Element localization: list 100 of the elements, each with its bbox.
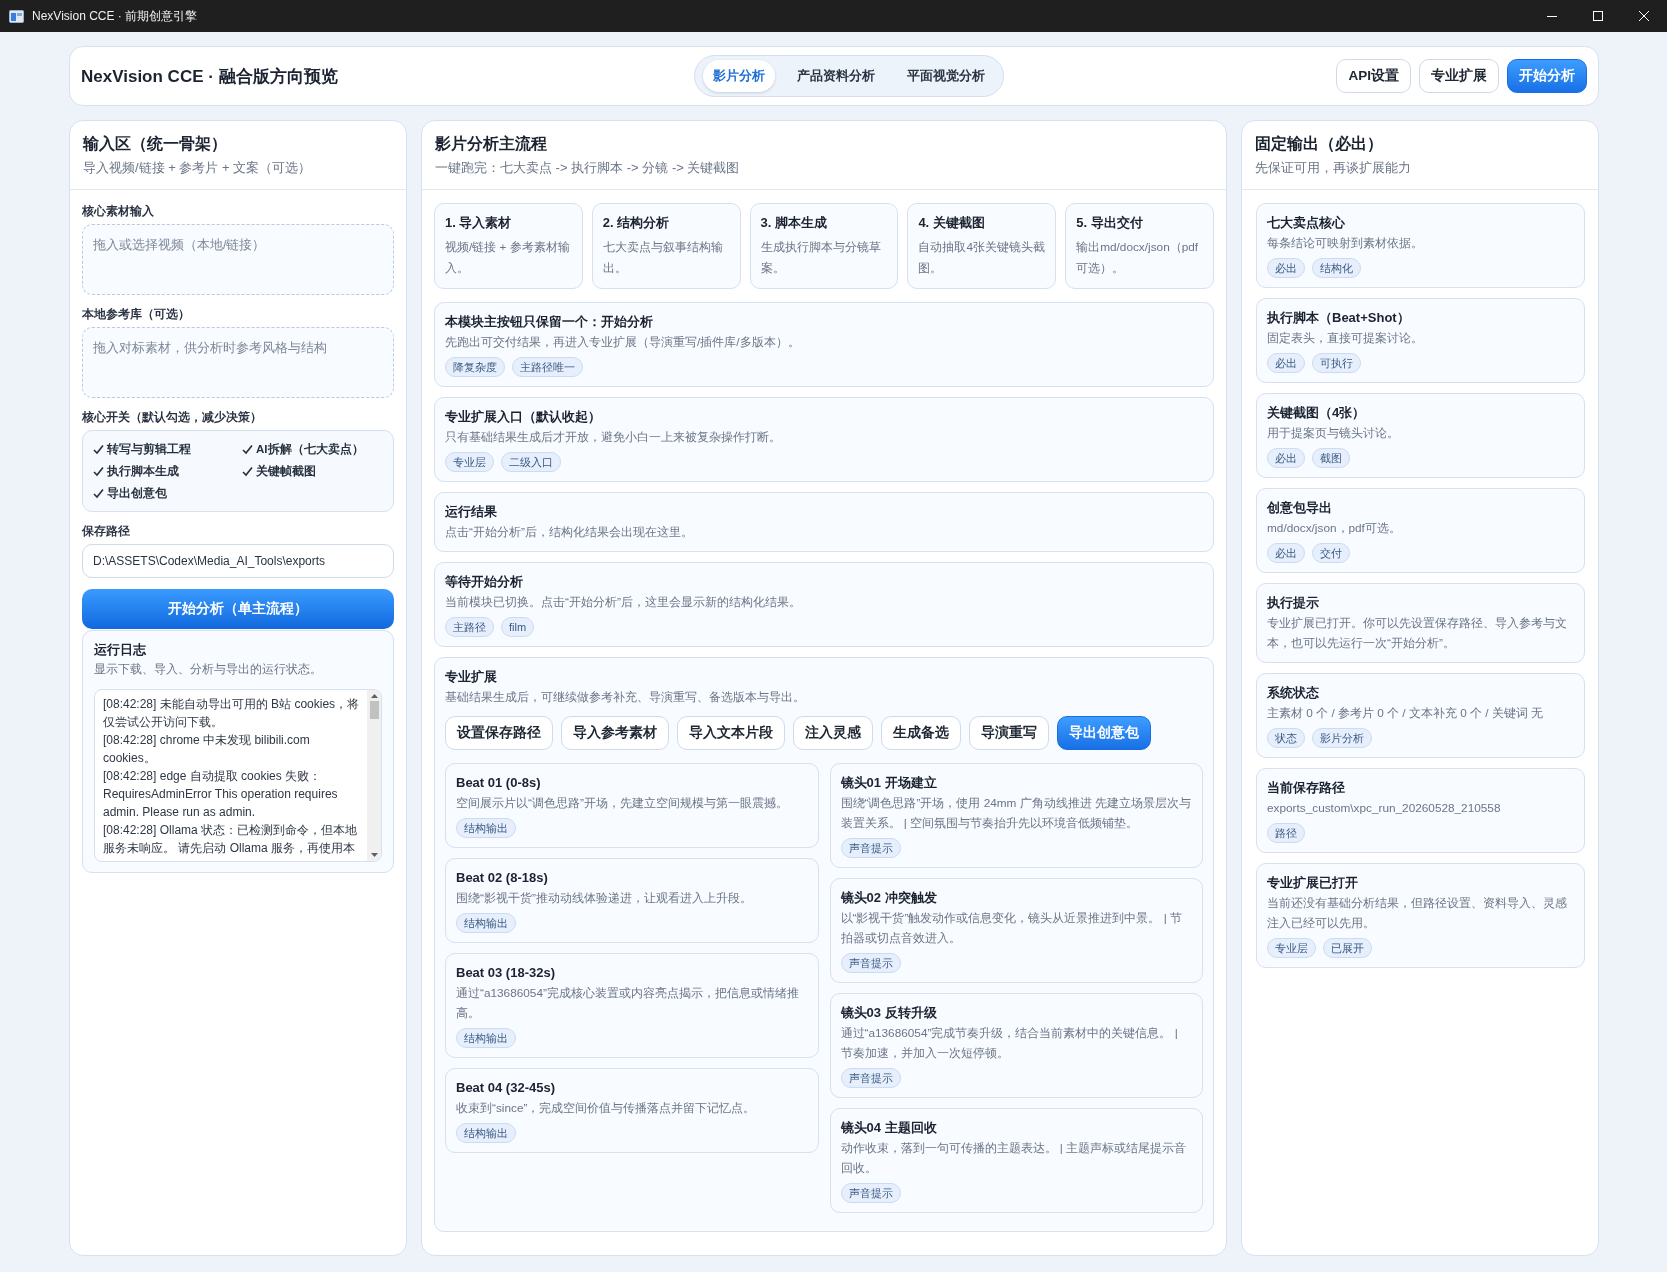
- action-button[interactable]: 设置保存路径: [445, 716, 553, 750]
- switch-option[interactable]: 转写与剪辑工程: [93, 440, 234, 458]
- card-title: Beat 01 (0-8s): [456, 774, 542, 792]
- card-description: 只有基础结果生成后才开放，避免小白一上来被复杂操作打断。: [445, 429, 782, 446]
- app-icon: [9, 9, 24, 23]
- start-button[interactable]: 开始分析: [1507, 59, 1587, 93]
- tag: 专业层: [445, 452, 494, 472]
- step-description: 输出md/docx/json（pdf可选）。: [1076, 239, 1200, 277]
- tag: 已展开: [1323, 938, 1372, 958]
- tag: 必出: [1267, 543, 1305, 563]
- tag: 交付: [1312, 543, 1350, 563]
- step-title: 5. 导出交付: [1076, 214, 1144, 232]
- panel-subtitle: 导入视频/链接 + 参考片 + 文案（可选）: [83, 159, 313, 177]
- card-title: 专业扩展入口（默认收起）: [445, 408, 602, 426]
- scrollbar-thumb[interactable]: [369, 701, 379, 719]
- scrollbar[interactable]: [367, 690, 381, 861]
- tag: 降复杂度: [445, 357, 505, 377]
- action-button[interactable]: 导演重写: [969, 716, 1049, 750]
- maximize-icon: [1593, 11, 1603, 21]
- scroll-up-icon: [370, 694, 378, 698]
- switch-option[interactable]: 导出创意包: [93, 484, 234, 502]
- switch-option[interactable]: AI拆解（七大卖点）: [242, 440, 383, 458]
- card-title: 执行提示: [1267, 594, 1320, 612]
- close-icon: [1639, 11, 1649, 21]
- tag: 二级入口: [501, 452, 561, 472]
- tag: 声音提示: [840, 838, 901, 858]
- tag: 主路径: [445, 617, 494, 637]
- panel-title: 输入区（统一骨架）: [83, 134, 228, 154]
- card-title: 专业扩展: [445, 668, 498, 686]
- card-description: 以“影视干货”触发动作或信息变化，镜头从近景推进到中景。 | 节拍器或切点音效进入。: [840, 910, 1183, 947]
- card-description: 当前还没有基础分析结果，但路径设置、资料导入、灵感注入已经可以先用。: [1267, 895, 1568, 932]
- action-button[interactable]: 导入参考素材: [561, 716, 669, 750]
- app-title: NexVision CCE · 融合版方向预览: [81, 65, 339, 88]
- header-button[interactable]: 专业扩展: [1419, 59, 1499, 93]
- tab[interactable]: 影片分析: [703, 60, 775, 92]
- tag: 结构输出: [456, 818, 516, 838]
- tag: 结构输出: [456, 913, 516, 933]
- card-title: 本模块主按钮只保留一个：开始分析: [445, 313, 654, 331]
- action-button[interactable]: 导出创意包: [1057, 716, 1151, 750]
- tag: 结构输出: [456, 1028, 516, 1048]
- field-label: 核心开关（默认勾选，减少决策）: [82, 409, 263, 426]
- switch-option[interactable]: 关键帧截图: [242, 462, 383, 480]
- action-button[interactable]: 导入文本片段: [677, 716, 785, 750]
- log-title: 运行日志: [94, 641, 147, 659]
- card-description: 动作收束，落到一句可传播的主题表达。 | 主题声标或结尾提示音回收。: [840, 1140, 1188, 1177]
- drop-zone[interactable]: 拖入或选择视频（本地/链接）: [82, 224, 394, 295]
- tag: 截图: [1312, 448, 1350, 468]
- field-label: 保存路径: [82, 524, 131, 539]
- tag: 路径: [1267, 823, 1305, 843]
- card-description: 当前模块已切换。点击“开始分析”后，这里会显示新的结构化结果。: [445, 594, 802, 611]
- tab[interactable]: 产品资料分析: [787, 60, 885, 92]
- panel-subtitle: 先保证可用，再谈扩展能力: [1255, 159, 1412, 177]
- minimize-icon: [1547, 15, 1557, 17]
- card-description: 通过“a13686054”完成节奏升级，结合当前素材中的关键信息。 | 节奏加速，并加入一次短停顿。: [840, 1025, 1179, 1062]
- header-button[interactable]: API设置: [1336, 59, 1411, 93]
- card-title: 镜头02 冲突触发: [840, 889, 938, 907]
- card-description: 每条结论可映射到素材依据。: [1267, 235, 1424, 252]
- card-title: 等待开始分析: [445, 573, 524, 591]
- panel-title: 影片分析主流程: [435, 134, 548, 154]
- tag: 结构输出: [456, 1123, 516, 1143]
- step-title: 1. 导入素材: [445, 214, 513, 232]
- tab[interactable]: 平面视觉分析: [897, 60, 995, 92]
- path-input[interactable]: D:\ASSETS\Codex\Media_AI_Tools\exports: [82, 544, 394, 578]
- tag: 声音提示: [840, 953, 901, 973]
- card-description: 用于提案页与镜头讨论。: [1267, 425, 1400, 442]
- drop-zone[interactable]: 拖入对标素材，供分析时参考风格与结构: [82, 327, 394, 398]
- step-title: 2. 结构分析: [602, 214, 671, 232]
- card-description: 先跑出可交付结果，再进入专业扩展（导演重写/插件库/多版本）。: [445, 334, 801, 351]
- run-button[interactable]: 开始分析（单主流程）: [82, 589, 394, 629]
- log-entry: [08:42:28] edge 自动提取 cookies 失败：RequiresAdminError This operation requires admin. Please run as admin.: [103, 768, 339, 821]
- action-button[interactable]: 生成备选: [881, 716, 961, 750]
- tag: 状态: [1267, 728, 1305, 748]
- panel-subtitle: 一键跑完：七大卖点 -> 执行脚本 -> 分镜 -> 关键截图: [435, 159, 741, 177]
- tag: 影片分析: [1312, 728, 1372, 748]
- tag: 必出: [1267, 258, 1305, 278]
- card-description: 通过“a13686054”完成核心装置或内容亮点揭示，把信息或情绪推高。: [456, 985, 800, 1022]
- card-title: 系统状态: [1267, 684, 1320, 702]
- step-description: 视频/链接 + 参考素材输入。: [445, 239, 571, 277]
- card-description: md/docx/json，pdf可选。: [1267, 520, 1402, 537]
- field-label: 本地参考库（可选）: [82, 306, 191, 323]
- step-title: 4. 关键截图: [918, 214, 986, 232]
- tag: 声音提示: [840, 1183, 901, 1203]
- log-subtitle: 显示下载、导入、分析与导出的运行状态。: [94, 661, 323, 678]
- tag: 结构化: [1312, 258, 1361, 278]
- card-description: 主素材 0 个 / 参考片 0 个 / 文本补充 0 个 / 关键词 无: [1267, 705, 1545, 722]
- card-title: 执行脚本（Beat+Shot）: [1267, 309, 1411, 327]
- card-title: 镜头03 反转升级: [840, 1004, 938, 1022]
- card-description: 基础结果生成后，可继续做参考补充、导演重写、备选版本与导出。: [445, 689, 806, 706]
- switch-option[interactable]: 执行脚本生成: [93, 462, 234, 480]
- log-entry: [08:42:28] Ollama 状态：已检测到命令，但本地服务未响应。 请先启动 Ollama 服务，再使用本: [103, 822, 359, 857]
- card-description: 空间展示片以“调色思路”开场，先建立空间规模与第一眼震撼。: [456, 795, 789, 812]
- card-title: 镜头01 开场建立: [840, 774, 938, 792]
- tag: 声音提示: [840, 1068, 901, 1088]
- card-title: 镜头04 主题回收: [840, 1119, 938, 1137]
- card-description: 固定表头，直接可提案讨论。: [1267, 330, 1424, 347]
- action-button[interactable]: 注入灵感: [793, 716, 873, 750]
- field-label: 核心素材输入: [82, 203, 155, 219]
- tag: 可执行: [1312, 353, 1361, 373]
- card-title: 当前保存路径: [1267, 779, 1346, 797]
- card-description: 专业扩展已打开。你可以先设置保存路径、导入参考与文本，也可以先运行一次“开始分析”。: [1267, 615, 1568, 652]
